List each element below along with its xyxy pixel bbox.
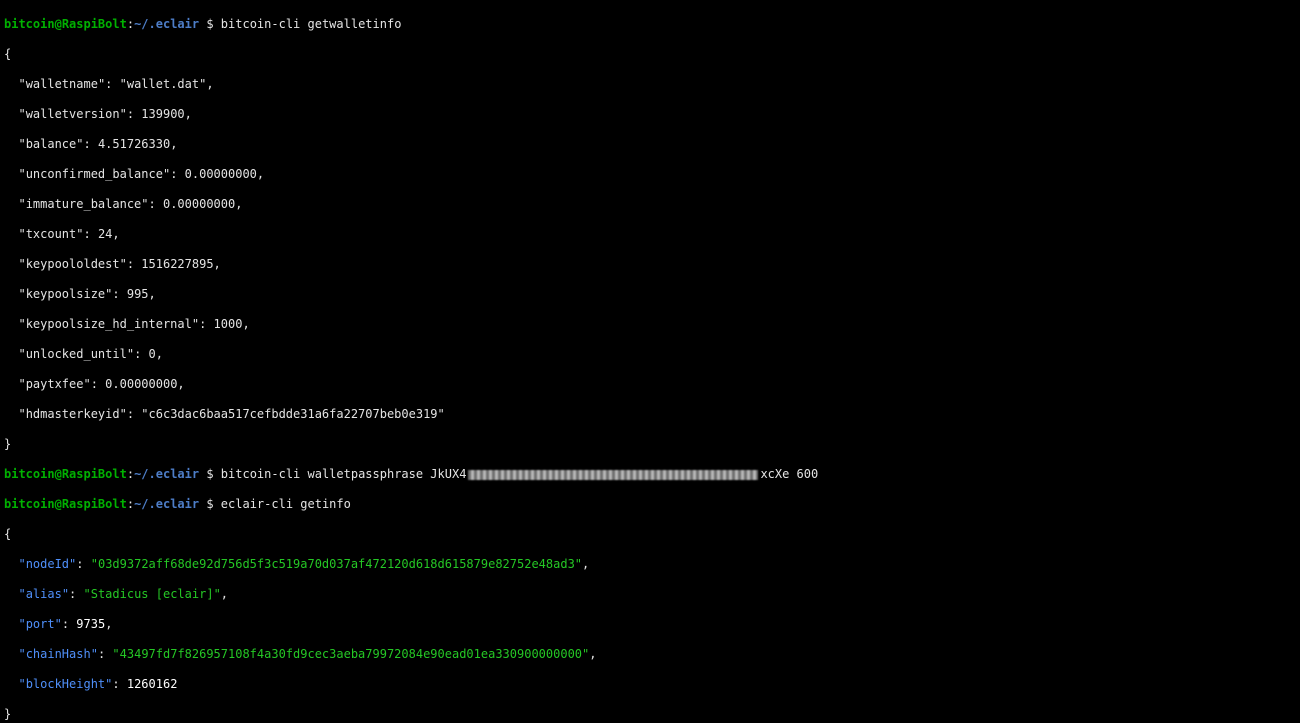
json-key: walletversion [26,107,120,121]
line: "txcount": 24, [4,227,1296,242]
line: "keypoolsize": 995, [4,287,1296,302]
line: bitcoin@RaspiBolt:~/.eclair $ bitcoin-cl… [4,467,1296,482]
json-key: unconfirmed_balance [26,167,163,181]
line: "unconfirmed_balance": 0.00000000, [4,167,1296,182]
line: "walletname": "wallet.dat", [4,77,1296,92]
json-key: alias [26,587,62,601]
json-value: 0.00000000 [163,197,235,211]
json-key: keypoolsize_hd_internal [26,317,192,331]
command: eclair-cli getinfo [221,497,351,511]
json-value: 1260162 [127,677,178,691]
prompt-user: bitcoin [4,17,55,31]
json-key: immature_balance [26,197,142,211]
line: bitcoin@RaspiBolt:~/.eclair $ bitcoin-cl… [4,17,1296,32]
line: "port": 9735, [4,617,1296,632]
json-value: 139900 [141,107,184,121]
json-value: 4.51726330 [98,137,170,151]
json-key: hdmasterkeyid [26,407,120,421]
json-key: nodeId [26,557,69,571]
line: } [4,707,1296,722]
terminal-output: bitcoin@RaspiBolt:~/.eclair $ bitcoin-cl… [0,0,1300,723]
json-key: keypoololdest [26,257,120,271]
line: bitcoin@RaspiBolt:~/.eclair $ eclair-cli… [4,497,1296,512]
json-key: blockHeight [26,677,105,691]
line: "chainHash": "43497fd7f826957108f4a30fd9… [4,647,1296,662]
json-value: 995 [127,287,149,301]
json-key: port [26,617,55,631]
line: "walletversion": 139900, [4,107,1296,122]
json-value: 0.00000000 [185,167,257,181]
json-key: balance [26,137,77,151]
prompt-path: ~/.eclair [134,17,199,31]
json-value: 0.00000000 [105,377,177,391]
line: { [4,47,1296,62]
json-value: 03d9372aff68de92d756d5f3c519a70d037af472… [98,557,575,571]
json-key: txcount [26,227,77,241]
json-value: 24 [98,227,112,241]
json-value: 1516227895 [141,257,213,271]
json-value: Stadicus [eclair] [91,587,214,601]
line: "unlocked_until": 0, [4,347,1296,362]
json-key: unlocked_until [26,347,127,361]
json-key: paytxfee [26,377,84,391]
line: "alias": "Stadicus [eclair]", [4,587,1296,602]
line: "paytxfee": 0.00000000, [4,377,1296,392]
line: "nodeId": "03d9372aff68de92d756d5f3c519a… [4,557,1296,572]
line: "keypoolsize_hd_internal": 1000, [4,317,1296,332]
json-value: wallet.dat [127,77,199,91]
line: "keypoololdest": 1516227895, [4,257,1296,272]
command: bitcoin-cli getwalletinfo [221,17,402,31]
line: "immature_balance": 0.00000000, [4,197,1296,212]
line: "hdmasterkeyid": "c6c3dac6baa517cefbdde3… [4,407,1296,422]
json-key: walletname [26,77,98,91]
json-key: keypoolsize [26,287,105,301]
line: "blockHeight": 1260162 [4,677,1296,692]
json-value: 43497fd7f826957108f4a30fd9cec3aeba799720… [120,647,582,661]
command: bitcoin-cli walletpassphrase JkUX4 [221,467,467,481]
redacted-passphrase [468,470,758,480]
json-value: c6c3dac6baa517cefbdde31a6fa22707beb0e319 [149,407,438,421]
json-key: chainHash [26,647,91,661]
line: } [4,437,1296,452]
json-value: 0 [149,347,156,361]
json-value: 1000 [214,317,243,331]
line: { [4,527,1296,542]
json-value: 9735 [76,617,105,631]
prompt-host: RaspiBolt [62,17,127,31]
line: "balance": 4.51726330, [4,137,1296,152]
